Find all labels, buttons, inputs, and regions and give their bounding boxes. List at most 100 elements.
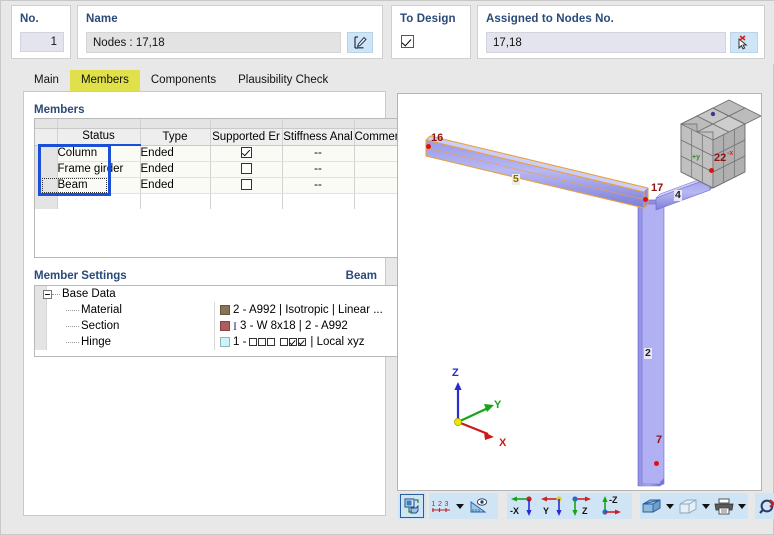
tree-item-label-hinge: Hinge — [81, 336, 112, 348]
measure-view-button[interactable] — [466, 494, 490, 518]
tree-connector — [66, 341, 79, 343]
cell-status[interactable]: Column — [57, 145, 141, 162]
coordinate-axis-triad — [454, 382, 494, 440]
svg-text:1: 1 — [432, 501, 436, 508]
cell-stiffness[interactable]: -- — [282, 145, 355, 162]
table-filler-row — [35, 193, 404, 209]
cell-stiffness[interactable]: -- — [282, 177, 355, 194]
tab-members[interactable]: Members — [69, 70, 140, 91]
name-label: Name — [86, 13, 118, 25]
corner-cell — [35, 119, 58, 129]
cell-supported-ends[interactable] — [210, 145, 283, 162]
hinge-box-3 — [267, 337, 276, 346]
collapse-expander-icon[interactable] — [43, 289, 52, 299]
empty-cell — [57, 193, 141, 209]
solid-model-dropdown-button[interactable] — [663, 494, 676, 518]
members-table-container[interactable]: Status Type Supported Er Stiffness Anal … — [34, 118, 405, 258]
cell-status[interactable]: Beam — [57, 177, 141, 194]
view-z-button[interactable]: Z — [567, 494, 597, 518]
member-label-2[interactable]: 2 — [644, 348, 652, 359]
column-header-status[interactable]: Status — [57, 128, 141, 146]
axis-label-y: Y — [494, 399, 502, 411]
column-header-stiffness-analysis[interactable]: Stiffness Anal — [282, 128, 355, 146]
model-viewport[interactable]: +y -x Z Y X 16 17 22 5 4 2 7 — [397, 93, 762, 491]
assigned-nodes-label: Assigned to Nodes No. — [486, 13, 614, 25]
no-value-field[interactable]: 1 — [20, 32, 64, 52]
hinge-box-6 — [298, 337, 307, 346]
tab-main[interactable]: Main — [23, 70, 70, 91]
node-marker[interactable] — [654, 461, 659, 466]
table-row[interactable]: Frame girder Ended -- — [35, 161, 404, 178]
view-minus-x-button[interactable]: -X — [507, 494, 537, 518]
table-row[interactable]: Beam Ended -- — [35, 177, 404, 194]
table-row[interactable]: Column Ended -- — [35, 145, 404, 162]
wireframe-dropdown-button[interactable] — [699, 494, 712, 518]
supported-ends-checkbox[interactable] — [240, 179, 252, 191]
tree-item-material[interactable]: Material 2 - A992 | Isotropic | Linear .… — [35, 302, 404, 318]
tree-item-section[interactable]: Section I 3 - W 8x18 | 2 - A992 — [35, 318, 404, 334]
tree-value-section[interactable]: I 3 - W 8x18 | 2 - A992 — [216, 318, 404, 334]
structural-model-3d: +y -x — [425, 99, 761, 487]
members-table: Status Type Supported Er Stiffness Anal … — [35, 119, 404, 209]
cell-supported-ends[interactable] — [210, 177, 283, 194]
member-label-5[interactable]: 5 — [512, 174, 520, 185]
cell-supported-ends[interactable] — [210, 161, 283, 178]
zoom-reset-button[interactable] — [755, 494, 774, 518]
member-settings-tree[interactable]: Base Data Material 2 - A992 | Isotropic … — [34, 285, 405, 357]
toolbar-group-view-directions: -X Y Z -Z — [507, 493, 632, 519]
pencil-edit-button[interactable] — [347, 32, 373, 53]
solid-model-button[interactable] — [640, 494, 663, 518]
no-label: No. — [20, 13, 39, 25]
cell-type[interactable]: Ended — [140, 145, 211, 162]
strip-cell — [210, 119, 283, 129]
tab-components[interactable]: Components — [139, 70, 228, 91]
axis-label-z: Z — [452, 367, 459, 379]
row-index-cell — [35, 145, 58, 162]
tree-group-base-data[interactable]: Base Data — [35, 286, 404, 302]
print-button[interactable] — [712, 494, 735, 518]
hinge-box-2 — [258, 337, 267, 346]
strip-cell — [57, 119, 141, 129]
name-box: Name Nodes : 17,18 — [77, 5, 383, 59]
svg-text:+y: +y — [692, 154, 700, 161]
hinge-release-icon — [249, 336, 307, 348]
render-model-button[interactable] — [400, 494, 424, 518]
view-minus-z-button[interactable]: -Z — [597, 494, 627, 518]
view-y-button[interactable]: Y — [537, 494, 567, 518]
cell-type[interactable]: Ended — [140, 161, 211, 178]
tree-value-material[interactable]: 2 - A992 | Isotropic | Linear ... — [216, 302, 404, 318]
tree-item-hinge[interactable]: Hinge 1 - | Local xyz — [35, 334, 404, 350]
svg-text:Z: Z — [582, 506, 588, 516]
wireframe-box-button[interactable] — [676, 494, 699, 518]
cell-status[interactable]: Frame girder — [57, 161, 141, 178]
tree-value-hinge[interactable]: 1 - | Local xyz — [216, 334, 404, 350]
column-header-supported-ends[interactable]: Supported Er — [210, 128, 283, 146]
header-strip: No. 1 Name Nodes : 17,18 To Design Assig… — [1, 1, 774, 64]
print-dropdown-button[interactable] — [735, 494, 748, 518]
node-marker[interactable] — [709, 168, 714, 173]
cell-type[interactable]: Ended — [140, 177, 211, 194]
member-settings-context: Beam — [345, 270, 377, 282]
numbering-dropdown-button[interactable] — [453, 494, 466, 518]
tree-value-hinge-prefix: 1 - — [233, 336, 247, 348]
node-label-16: 16 — [431, 132, 444, 144]
supported-ends-checkbox[interactable] — [240, 163, 252, 175]
svg-text:-x: -x — [727, 150, 733, 157]
name-value-field[interactable]: Nodes : 17,18 — [86, 32, 341, 53]
cell-stiffness[interactable]: -- — [282, 161, 355, 178]
svg-text:2: 2 — [438, 501, 442, 508]
column-header-type[interactable]: Type — [140, 128, 211, 146]
member-label-4[interactable]: 4 — [674, 190, 682, 201]
chevron-down-icon — [701, 503, 710, 509]
assigned-nodes-field[interactable]: 17,18 — [486, 32, 726, 53]
supported-ends-checkbox[interactable] — [240, 147, 252, 159]
numbering-button[interactable]: 1 2 3 — [429, 494, 453, 518]
to-design-checkbox[interactable] — [401, 35, 414, 48]
svg-text:Y: Y — [543, 506, 549, 516]
tab-plausibility-check[interactable]: Plausibility Check — [227, 70, 340, 91]
node-pick-button[interactable] — [730, 32, 758, 53]
node-marker[interactable] — [426, 144, 431, 149]
solid-model-icon — [642, 498, 661, 513]
table-top-strip — [35, 119, 404, 129]
node-marker[interactable] — [643, 197, 648, 202]
